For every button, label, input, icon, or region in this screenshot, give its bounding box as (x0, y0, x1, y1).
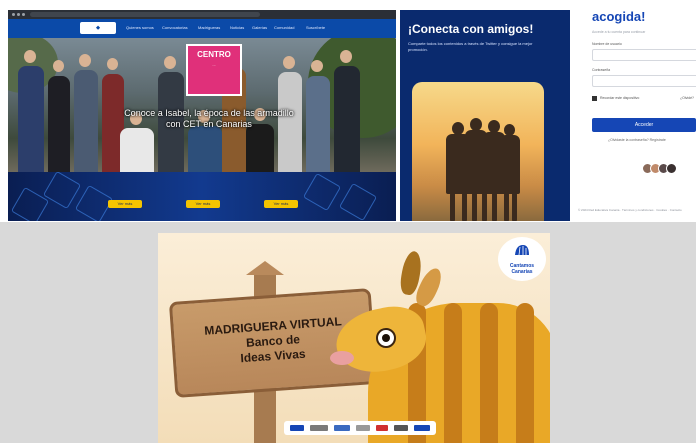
login-title: acogida! (592, 9, 646, 24)
window-control-icon[interactable] (17, 13, 20, 16)
head (164, 56, 176, 69)
hexagon-shape (338, 182, 378, 221)
head (53, 60, 64, 72)
more-button[interactable]: Ver más (264, 200, 298, 208)
hero-badge: CENTRO ... (186, 44, 242, 96)
hero-caption: Conoce a Isabel, la época de las armadil… (124, 108, 294, 129)
site-navbar: ◆ Quienes somos Convocatorias Madriguera… (8, 19, 396, 38)
avatar (666, 163, 677, 174)
leg (482, 192, 487, 221)
window-control-icon[interactable] (22, 13, 25, 16)
more-button[interactable]: Ver más (108, 200, 142, 208)
sponsor-logo (310, 425, 328, 431)
hexagon-shape (302, 172, 342, 212)
friends-photo (412, 82, 544, 221)
sponsor-logo (414, 425, 430, 431)
nav-item[interactable]: Suscríbete (306, 25, 325, 30)
person (306, 76, 330, 172)
password-label: Contraseña (592, 68, 611, 72)
sponsor-logo (334, 425, 350, 431)
remember-label: Recordar este dispositivo (600, 96, 640, 100)
sponsor-logo (394, 425, 408, 431)
sign-arrow (246, 261, 284, 275)
nav-item[interactable]: Quienes somos (126, 25, 154, 30)
head (283, 56, 295, 69)
website-screenshot: ◆ Quienes somos Convocatorias Madriguera… (8, 10, 396, 221)
promo-card: ¡Conecta con amigos! Comparte todos los … (400, 10, 570, 221)
promo-description: Comparte todos los contenidos a través d… (408, 41, 533, 52)
sponsor-logo (356, 425, 370, 431)
leg (512, 192, 517, 221)
sponsor-logo (376, 425, 388, 431)
login-button[interactable]: Acceder (592, 118, 696, 132)
address-bar[interactable] (30, 12, 260, 17)
head (24, 50, 36, 63)
login-panel: acogida! Accede a tu cuenta para continu… (578, 0, 696, 221)
leg (492, 192, 497, 221)
madriguera-banner: MADRIGUERA VIRTUAL Banco de Ideas Vivas … (158, 233, 550, 443)
armadillo-band (444, 303, 462, 443)
head (311, 60, 323, 72)
login-footer: © 2024 Red Educativa Canaria · Términos … (578, 208, 682, 212)
username-label: Nombre de usuario (592, 42, 622, 46)
remember-checkbox[interactable] (592, 96, 597, 101)
head (107, 58, 118, 70)
head (340, 50, 352, 63)
nav-item[interactable]: Convocatorias (162, 25, 188, 30)
leg (504, 192, 509, 221)
site-logo[interactable]: ◆ (80, 22, 116, 34)
username-input[interactable] (592, 49, 696, 61)
promo-title: ¡Conecta con amigos! (408, 22, 534, 36)
person (18, 66, 44, 172)
person (188, 126, 222, 172)
person (48, 76, 70, 172)
person (500, 135, 520, 194)
person (120, 128, 154, 172)
login-subtitle: Accede a tu cuenta para continuar (592, 30, 646, 34)
sponsor-logo (290, 425, 304, 431)
armadillo-band (480, 303, 498, 443)
badge-line2: ... (212, 62, 216, 67)
nav-item[interactable]: Comunidad (274, 25, 294, 30)
window-control-icon[interactable] (12, 13, 15, 16)
armadillo-logo-icon (515, 245, 529, 256)
logo-text: Cantamos Canarias (509, 263, 535, 275)
banner-section: MADRIGUERA VIRTUAL Banco de Ideas Vivas … (0, 222, 696, 443)
forgot-link[interactable]: ¿Olvidé? (680, 96, 694, 100)
tech-banner: Ver más Ver más Ver más (8, 172, 396, 221)
hexagon-shape (42, 172, 82, 210)
armadillo-snout (330, 351, 354, 365)
nav-item[interactable]: Galerías (252, 25, 267, 30)
person (334, 66, 360, 172)
badge-line1: CENTRO (197, 50, 231, 59)
leg (462, 192, 467, 221)
armadillo-band (516, 303, 534, 443)
person (246, 124, 274, 172)
armadillo-pupil (382, 334, 390, 342)
head (79, 54, 91, 67)
browser-toolbar (8, 10, 396, 19)
more-button[interactable]: Ver más (186, 200, 220, 208)
nav-item[interactable]: Noticias (230, 25, 244, 30)
leg (472, 192, 477, 221)
lost-password-link[interactable]: ¿Olvidaste la contraseña? Regístrate (608, 138, 666, 142)
nav-item[interactable]: Madrigueras (198, 25, 220, 30)
leg (450, 192, 455, 221)
password-input[interactable] (592, 75, 696, 87)
person (74, 70, 98, 172)
hero-group-photo: CENTRO ... Conoce a Isabel, la época de … (8, 38, 396, 172)
